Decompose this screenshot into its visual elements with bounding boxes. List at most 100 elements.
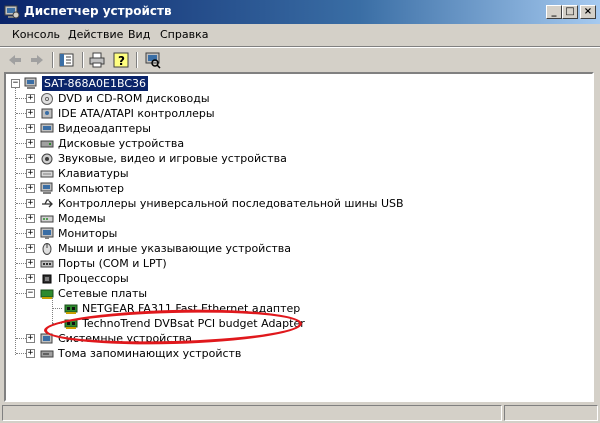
tree-category-label: Системные устройства (58, 332, 192, 345)
expand-toggle[interactable]: + (26, 124, 35, 133)
usb-icon (42, 199, 53, 208)
tree-category-label: DVD и CD-ROM дисководы (58, 92, 210, 105)
back-arrow-icon[interactable] (6, 51, 24, 69)
menu-console[interactable]: Консоль (12, 28, 60, 41)
expand-toggle[interactable]: + (26, 184, 35, 193)
computer-icon (24, 77, 37, 89)
toolbar-separator (136, 52, 138, 68)
tree-root[interactable]: − SAT-868A0E1BC36 (8, 76, 208, 91)
disk-drive-icon (40, 140, 54, 148)
menu-bar: Консоль Действие Вид Справка (0, 24, 600, 46)
tree-category[interactable]: + Видеоадаптеры (8, 121, 408, 136)
minimize-button[interactable]: _ (546, 5, 562, 19)
maximize-button[interactable]: □ (562, 5, 578, 19)
tree-category-label: Клавиатуры (58, 167, 129, 180)
device-tree[interactable]: − SAT-868A0E1BC36 + DVD и CD-ROM дисковод… (4, 72, 594, 402)
menu-help[interactable]: Справка (160, 28, 208, 41)
expand-toggle[interactable]: + (26, 109, 35, 118)
tree-item-netgear[interactable]: NETGEAR FA311 Fast Ethernet адаптер (52, 301, 300, 316)
tree-category-label: Порты (COM и LPT) (58, 257, 167, 270)
status-cell (2, 405, 502, 421)
expand-toggle[interactable]: + (26, 334, 35, 343)
toolbar-separator (82, 52, 84, 68)
forward-arrow-icon[interactable] (28, 51, 46, 69)
storage-volume-icon (40, 350, 54, 358)
tree-category[interactable]: + Мониторы (8, 226, 408, 241)
tree-category-label: Видеоадаптеры (58, 122, 151, 135)
tree-category[interactable]: + Порты (COM и LPT) (8, 256, 408, 271)
tree-category[interactable]: + Тома запоминающих устройств (8, 346, 408, 361)
expand-toggle[interactable]: + (26, 259, 35, 268)
toolbar-separator (52, 52, 54, 68)
expand-toggle[interactable]: + (26, 199, 35, 208)
scan-hardware-icon[interactable] (144, 51, 162, 69)
network-card-icon (40, 289, 54, 299)
tree-item-label: NETGEAR FA311 Fast Ethernet адаптер (82, 302, 301, 315)
tree-connector (52, 308, 62, 309)
expand-toggle[interactable]: + (26, 274, 35, 283)
display-adapter-icon (40, 123, 54, 133)
expand-toggle[interactable]: + (26, 154, 35, 163)
menu-action[interactable]: Действие (68, 28, 123, 41)
device-manager-window: Диспетчер устройств _ □ × Консоль Действ… (0, 0, 600, 423)
collapse-toggle[interactable]: − (26, 289, 35, 298)
tree-category-label: Модемы (58, 212, 106, 225)
window-title: Диспетчер устройств (24, 4, 172, 18)
collapse-toggle[interactable]: − (11, 79, 20, 88)
properties-icon[interactable] (58, 51, 76, 69)
tree-category[interactable]: − Сетевые платы (8, 286, 408, 301)
tree-category-label: Мониторы (58, 227, 118, 240)
network-card-icon (64, 304, 78, 314)
device-manager-icon (4, 5, 20, 19)
monitor-icon (40, 227, 54, 239)
close-button[interactable]: × (580, 5, 596, 19)
expand-toggle[interactable]: + (26, 244, 35, 253)
tree-category-label: Звуковые, видео и игровые устройства (58, 152, 287, 165)
svg-text:?: ? (118, 54, 125, 68)
tree-category[interactable]: + DVD и CD-ROM дисководы (8, 91, 408, 106)
ide-controller-icon (41, 108, 53, 119)
mouse-icon (42, 243, 52, 255)
status-bar (2, 405, 598, 421)
expand-toggle[interactable]: + (26, 94, 35, 103)
modem-icon (40, 215, 54, 223)
tree-category[interactable]: + Дисковые устройства (8, 136, 408, 151)
tree-category-label: Компьютер (58, 182, 124, 195)
menu-view[interactable]: Вид (128, 28, 150, 41)
tree-category[interactable]: + Контроллеры универсальной последователь… (8, 196, 408, 211)
tree-category-label: Мыши и иные указывающие устройства (58, 242, 292, 255)
system-device-icon (40, 333, 53, 344)
tree-connector (52, 323, 62, 324)
tree-category-label: Сетевые платы (58, 287, 148, 300)
computer-icon (40, 182, 53, 194)
tree-category-label: Контроллеры универсальной последовательн… (58, 197, 404, 210)
toolbar: ? (0, 48, 600, 72)
title-bar[interactable]: Диспетчер устройств _ □ × (0, 0, 600, 24)
keyboard-icon (40, 170, 54, 178)
tree-item-technotrend[interactable]: TechnoTrend DVBsat PCI budget Adapter (52, 316, 305, 331)
network-card-icon (64, 319, 78, 329)
tree-category[interactable]: + Компьютер (8, 181, 408, 196)
tree-category[interactable]: + IDE ATA/ATAPI контроллеры (8, 106, 408, 121)
help-icon[interactable]: ? (112, 51, 130, 69)
tree-category[interactable]: + Клавиатуры (8, 166, 408, 181)
print-icon[interactable] (88, 51, 106, 69)
tree-category[interactable]: + Процессоры (8, 271, 408, 286)
expand-toggle[interactable]: + (26, 139, 35, 148)
expand-toggle[interactable]: + (26, 349, 35, 358)
tree-category-label: IDE ATA/ATAPI контроллеры (58, 107, 215, 120)
tree-category[interactable]: + Мыши и иные указывающие устройства (8, 241, 408, 256)
computer-name: SAT-868A0E1BC36 (42, 76, 149, 91)
tree-item-label: TechnoTrend DVBsat PCI budget Adapter (82, 317, 305, 330)
sound-icon (41, 153, 53, 165)
cdrom-icon (41, 93, 53, 105)
expand-toggle[interactable]: + (26, 214, 35, 223)
expand-toggle[interactable]: + (26, 229, 35, 238)
tree-category[interactable]: + Звуковые, видео и игровые устройства (8, 151, 408, 166)
tree-category-label: Процессоры (58, 272, 129, 285)
status-cell (504, 405, 598, 421)
tree-category[interactable]: + Модемы (8, 211, 408, 226)
expand-toggle[interactable]: + (26, 169, 35, 178)
tree-category[interactable]: + Системные устройства (8, 331, 408, 346)
port-icon (40, 260, 54, 268)
